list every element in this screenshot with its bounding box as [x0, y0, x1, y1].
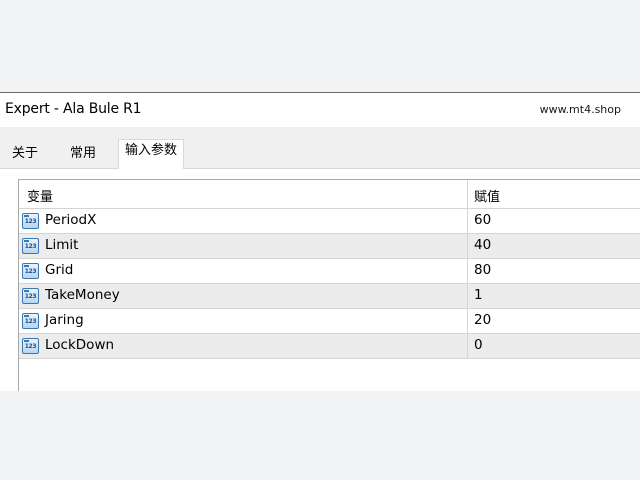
table-header: 变量 赋值: [19, 180, 640, 209]
param-name: Limit: [45, 237, 79, 253]
column-divider[interactable]: [467, 180, 468, 358]
integer-param-icon: 123: [22, 338, 39, 354]
param-value[interactable]: 1: [474, 287, 483, 303]
param-value[interactable]: 20: [474, 312, 491, 328]
tab-about[interactable]: 关于: [6, 144, 44, 169]
integer-param-icon: 123: [22, 288, 39, 304]
tab-common[interactable]: 常用: [64, 144, 102, 169]
param-value[interactable]: 0: [474, 337, 483, 353]
param-value[interactable]: 80: [474, 262, 491, 278]
table-row[interactable]: 123 Limit 40: [19, 234, 640, 259]
param-value[interactable]: 40: [474, 237, 491, 253]
column-header-value[interactable]: 赋值: [474, 186, 500, 205]
param-name: Jaring: [45, 312, 84, 328]
param-name: TakeMoney: [45, 287, 120, 303]
column-header-variable[interactable]: 变量: [27, 186, 53, 205]
expert-properties-window: Expert - Ala Bule R1 www.mt4.shop 关于 常用 …: [0, 92, 640, 391]
integer-param-icon: 123: [22, 313, 39, 329]
table-row[interactable]: 123 Grid 80: [19, 259, 640, 284]
watermark-text: www.mt4.shop: [539, 103, 621, 116]
param-name: PeriodX: [45, 212, 97, 228]
table-row[interactable]: 123 LockDown 0: [19, 334, 640, 359]
param-name: LockDown: [45, 337, 115, 353]
integer-param-icon: 123: [22, 263, 39, 279]
table-row[interactable]: 123 Jaring 20: [19, 309, 640, 334]
param-value[interactable]: 60: [474, 212, 491, 228]
table-row[interactable]: 123 TakeMoney 1: [19, 284, 640, 309]
param-name: Grid: [45, 262, 74, 278]
integer-param-icon: 123: [22, 213, 39, 229]
title-bar: Expert - Ala Bule R1 www.mt4.shop: [0, 93, 640, 127]
integer-param-icon: 123: [22, 238, 39, 254]
table-row[interactable]: 123 PeriodX 60: [19, 209, 640, 234]
parameters-table: 变量 赋值 123 PeriodX 60 123 Limit 40 123 Gr…: [18, 179, 640, 391]
tab-inputs[interactable]: 输入参数: [118, 139, 185, 169]
window-title: Expert - Ala Bule R1: [5, 101, 142, 117]
